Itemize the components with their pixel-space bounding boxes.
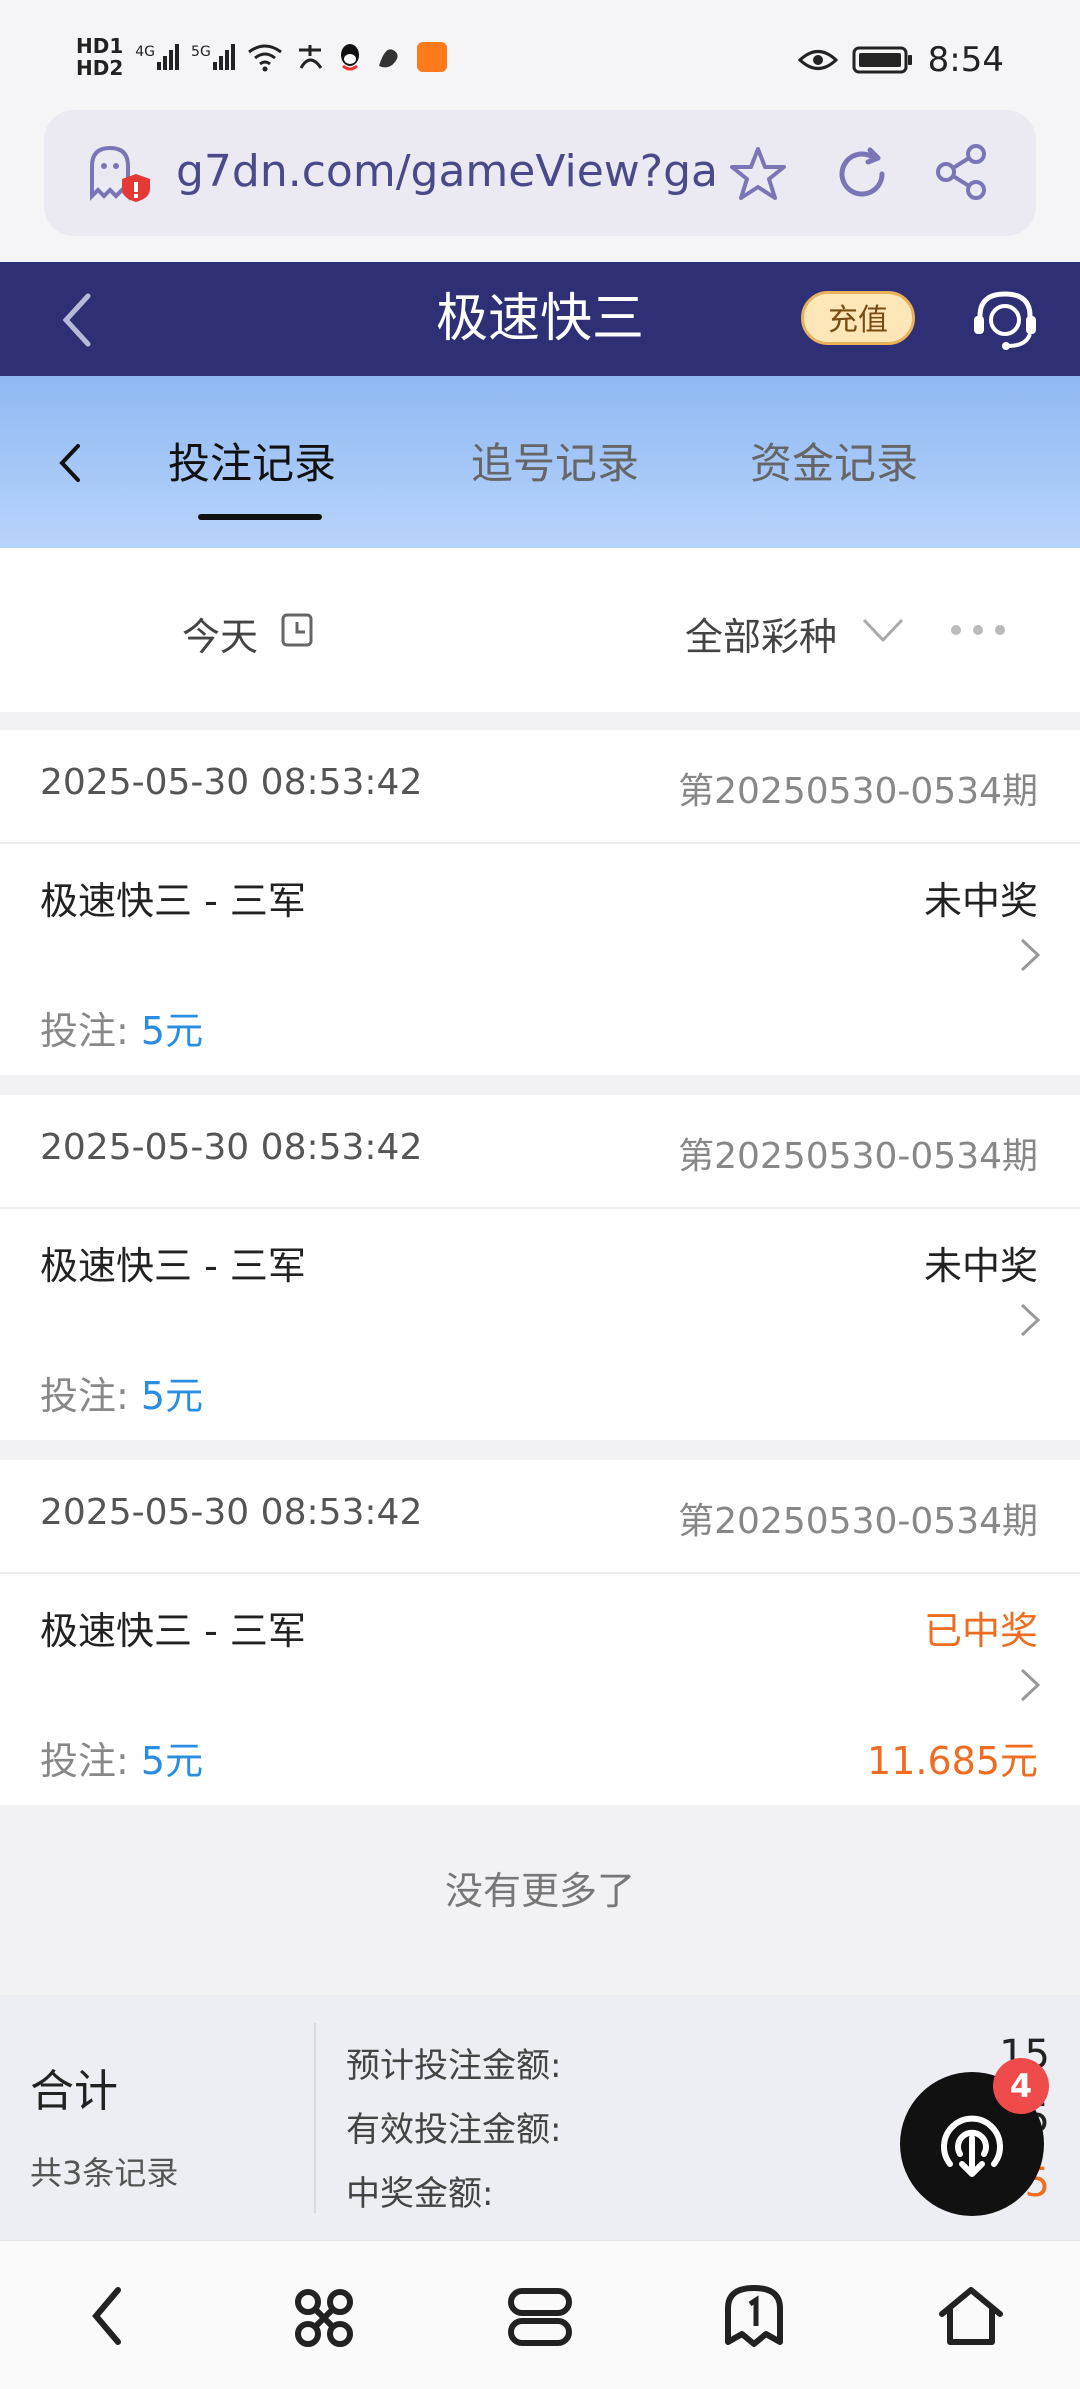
status-right: 8:54 bbox=[797, 40, 1004, 80]
expected-bet-label: 预计投注金额: bbox=[346, 2046, 562, 2086]
active-tab-indicator bbox=[198, 514, 322, 520]
eye-icon bbox=[797, 50, 838, 70]
record-divider bbox=[0, 842, 1080, 844]
battery-icon bbox=[852, 46, 912, 74]
tab-fund-records[interactable]: 资金记录 bbox=[750, 430, 918, 491]
record-bet: 投注: 5元 bbox=[40, 1009, 204, 1053]
hd1-label: HD1 bbox=[76, 34, 124, 58]
chevron-right-icon[interactable] bbox=[1018, 1666, 1042, 1704]
page-title: 极速快三 bbox=[435, 289, 644, 349]
date-filter[interactable]: 今天 bbox=[182, 606, 258, 661]
orange-app-icon bbox=[416, 42, 447, 72]
star-icon[interactable] bbox=[728, 145, 788, 203]
record-status: 未中奖 bbox=[923, 879, 1038, 923]
chevron-right-icon[interactable] bbox=[1018, 936, 1042, 974]
recharge-button[interactable]: 充值 bbox=[801, 291, 915, 345]
site-security-icon[interactable] bbox=[86, 144, 156, 204]
refresh-icon[interactable] bbox=[834, 146, 890, 202]
lottery-filter[interactable]: 全部彩种 bbox=[685, 606, 837, 661]
nav-tabs-icon[interactable] bbox=[508, 2288, 572, 2346]
record-divider bbox=[0, 1572, 1080, 1574]
wifi-icon bbox=[247, 44, 282, 72]
more-options-icon[interactable] bbox=[948, 620, 1008, 640]
share-icon[interactable] bbox=[934, 144, 988, 200]
no-more-text: 没有更多了 bbox=[444, 1869, 635, 1913]
record-win-amount: 11.685元 bbox=[867, 1739, 1038, 1783]
signal-4g-icon: 4G bbox=[135, 44, 180, 70]
record-status: 未中奖 bbox=[923, 1244, 1038, 1288]
summary-divider bbox=[314, 2023, 316, 2213]
prize-label: 中奖金额: bbox=[346, 2174, 494, 2214]
record-bet: 投注: 5元 bbox=[40, 1374, 204, 1418]
nav-back-icon[interactable] bbox=[88, 2286, 128, 2346]
nav-menu-icon[interactable] bbox=[292, 2286, 356, 2350]
customer-service-icon[interactable] bbox=[970, 286, 1040, 352]
summary-count: 共3条记录 bbox=[30, 2154, 179, 2192]
calendar-clock-icon[interactable] bbox=[280, 612, 314, 648]
record-time: 2025-05-30 08:53:42 bbox=[40, 762, 423, 803]
record-game: 极速快三 - 三军 bbox=[40, 1244, 306, 1288]
record-time: 2025-05-30 08:53:42 bbox=[40, 1492, 423, 1533]
record-bet: 投注: 5元 bbox=[40, 1739, 204, 1783]
record-issue: 第20250530-0534期 bbox=[678, 1136, 1038, 1177]
nav-home-icon[interactable] bbox=[938, 2284, 1004, 2348]
record-time: 2025-05-30 08:53:42 bbox=[40, 1127, 423, 1168]
filter-bar bbox=[0, 548, 1080, 712]
record-bet-value: 5元 bbox=[140, 1374, 204, 1418]
broadcast-download-icon[interactable] bbox=[934, 2106, 1010, 2182]
fab-badge: 4 bbox=[993, 2058, 1049, 2114]
hd2-label: HD2 bbox=[76, 56, 124, 80]
alipay-icon bbox=[298, 45, 323, 69]
url-text[interactable]: g7dn.com/gameView?ga bbox=[176, 146, 718, 197]
tab-bet-records[interactable]: 投注记录 bbox=[168, 430, 336, 491]
record-bet-value: 5元 bbox=[140, 1739, 204, 1783]
qq-icon bbox=[340, 44, 359, 71]
app-notification-icon bbox=[378, 49, 398, 68]
record-status: 已中奖 bbox=[923, 1609, 1038, 1653]
valid-bet-label: 有效投注金额: bbox=[346, 2110, 562, 2150]
nav-pages-icon[interactable] bbox=[722, 2282, 786, 2352]
record-divider bbox=[0, 1207, 1080, 1209]
clock: 8:54 bbox=[927, 40, 1004, 80]
tab-back-chevron-icon[interactable] bbox=[56, 440, 86, 486]
summary-title: 合计 bbox=[30, 2066, 118, 2117]
status-icons: HD1 HD2 4G 5G bbox=[76, 32, 447, 82]
record-issue: 第20250530-0534期 bbox=[678, 771, 1038, 812]
record-game: 极速快三 - 三军 bbox=[40, 1609, 306, 1653]
tab-chase-records[interactable]: 追号记录 bbox=[471, 430, 639, 491]
record-bet-value: 5元 bbox=[140, 1009, 204, 1053]
record-issue: 第20250530-0534期 bbox=[678, 1501, 1038, 1542]
chevron-down-icon[interactable] bbox=[860, 616, 906, 644]
chevron-right-icon[interactable] bbox=[1018, 1301, 1042, 1339]
record-game: 极速快三 - 三军 bbox=[40, 879, 306, 923]
signal-5g-icon: 5G bbox=[191, 44, 235, 70]
